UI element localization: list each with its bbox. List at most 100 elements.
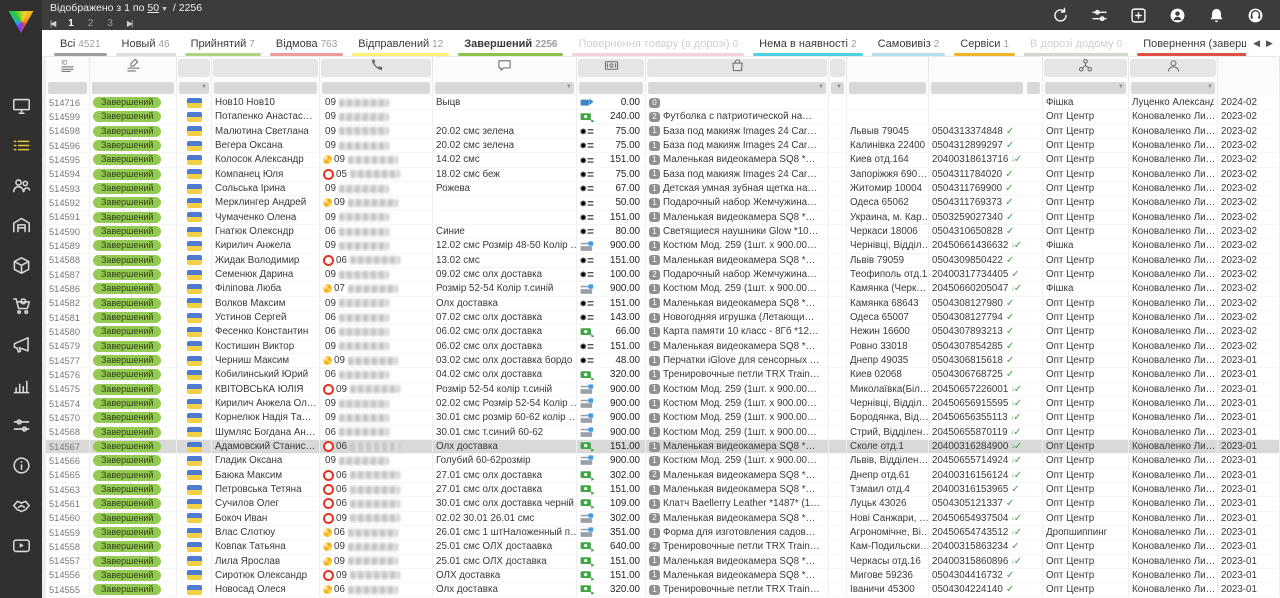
table-row[interactable]: 514575 Завершений КВІТОВСЬКА ЮЛІЯ 09 Роз… [46, 383, 1280, 397]
table-row[interactable]: 514581 Завершений Устинов Сергей 06 07.0… [46, 311, 1280, 325]
table-row[interactable]: 514588 Завершений Жидак Володимир 06 13.… [46, 254, 1280, 268]
status-tab-3[interactable]: Відмова763 [270, 38, 343, 56]
table-row[interactable]: 514592 Завершений Мерклингер Андрей 09 5… [46, 196, 1280, 210]
filter-input-address[interactable] [849, 82, 926, 94]
sidebar-item-statistics[interactable] [0, 368, 42, 408]
column-header-ttn[interactable] [929, 57, 1043, 79]
table-row[interactable]: 514566 Завершений Гладик Оксана 09 Голуб… [46, 454, 1280, 468]
status-tab-2[interactable]: Прийнятий7 [185, 38, 261, 56]
filter-input-country[interactable]: ▼ [179, 82, 209, 94]
column-header-products[interactable] [646, 57, 829, 79]
tabs-scroll-right-icon[interactable]: ▶ [1266, 38, 1273, 49]
table-row[interactable]: 514556 Завершений Сиротюк Олександр 09 О… [46, 569, 1280, 583]
table-row[interactable]: 514598 Завершений Малютина Светлана 09 2… [46, 125, 1280, 139]
status-tab-10[interactable]: В дорозі додому0 [1024, 38, 1128, 56]
filter-dropdown-icon[interactable]: ▼ [818, 84, 824, 90]
status-tab-1[interactable]: Новый46 [116, 38, 176, 56]
filter-dropdown-icon[interactable]: ▼ [1207, 84, 1213, 90]
table-row[interactable]: 514587 Завершений Семенюк Дарина 09 09.0… [46, 268, 1280, 282]
add-icon[interactable] [1130, 7, 1147, 24]
table-row[interactable]: 514589 Завершений Кирилич Анжела 09 12.0… [46, 239, 1280, 253]
status-tab-0[interactable]: Всі4521 [54, 38, 107, 56]
filter-input-client[interactable] [214, 82, 317, 94]
column-header-status[interactable] [90, 57, 177, 79]
sidebar-item-dashboard[interactable] [0, 88, 42, 128]
sidebar-item-campaigns[interactable] [0, 328, 42, 368]
column-header-address[interactable] [847, 57, 929, 79]
status-tab-4[interactable]: Відправлений12 [352, 38, 449, 56]
first-page-button[interactable]: |◀ [50, 17, 54, 30]
filter-input-manager[interactable]: ▼ [1131, 82, 1215, 94]
filter-input-products[interactable]: ▼ [648, 82, 826, 94]
status-tab-5[interactable]: Завершений2256 [458, 38, 563, 56]
status-tab-8[interactable]: Самовивіз2 [872, 38, 946, 56]
filter-input-delivery[interactable]: ▼ [831, 82, 844, 94]
table-scroll-gutter[interactable] [42, 57, 46, 598]
table-row[interactable]: 514555 Завершений Новосад Олеся 06 Олх д… [46, 583, 1280, 597]
tabs-scroll-left-icon[interactable]: ◀ [1253, 38, 1260, 49]
filter-input-status[interactable] [92, 82, 174, 94]
sidebar-item-clients[interactable] [0, 168, 42, 208]
notifications-icon[interactable] [1208, 7, 1225, 24]
table-row[interactable]: 514590 Завершений Гнатюк Олексндр 06 Син… [46, 225, 1280, 239]
filter-input-source[interactable]: ▼ [1045, 82, 1126, 94]
table-row[interactable]: 514565 Завершений Баюка Максим 06 27.01 … [46, 469, 1280, 483]
column-header-comment[interactable] [433, 57, 577, 79]
column-header-delivery[interactable] [829, 57, 847, 79]
column-header-source[interactable] [1043, 57, 1129, 79]
table-row[interactable]: 514568 Завершений Шумляс Богдана Ан… 06 … [46, 426, 1280, 440]
table-row[interactable]: 514580 Завершений Фесенко Константин 06 … [46, 325, 1280, 339]
filter-dropdown-icon[interactable]: ▼ [836, 84, 842, 90]
table-row[interactable]: 514557 Завершений Лила Ярослав 09 25.01 … [46, 555, 1280, 569]
table-row[interactable]: 514574 Завершений Кирилич Анжела Ол… 09 … [46, 397, 1280, 411]
page-button-1[interactable]: 1 [68, 17, 74, 30]
table-row[interactable]: 514716 Завершений Нов10 Нов10 09 Выцв 0.… [46, 96, 1280, 110]
filter-input-comment[interactable]: ▼ [435, 82, 574, 94]
app-logo-icon[interactable] [0, 0, 42, 44]
filter-input-payment[interactable] [579, 82, 643, 94]
filter-input-ttn[interactable] [931, 82, 1023, 94]
table-row[interactable]: 514586 Завершений Філіпова Люба 07 Розмі… [46, 282, 1280, 296]
sidebar-item-warehouse[interactable] [0, 208, 42, 248]
column-header-date[interactable] [1218, 57, 1280, 79]
table-row[interactable]: 514576 Завершений Кобилинський Юрий 06 0… [46, 368, 1280, 382]
sidebar-item-settings[interactable] [0, 408, 42, 448]
table-row[interactable]: 514594 Завершений Компанец Юля 05 18.02 … [46, 168, 1280, 182]
table-row[interactable]: 514582 Завершений Волков Максим 09 Олх д… [46, 297, 1280, 311]
column-header-client[interactable] [212, 57, 320, 79]
status-tab-6[interactable]: Повернення товару (в дорозі)0 [572, 38, 744, 56]
column-header-payment[interactable] [577, 57, 646, 79]
table-row[interactable]: 514570 Завершений Корнелюк Надія Та… 09 … [46, 411, 1280, 425]
profile-icon[interactable] [1169, 7, 1186, 24]
table-row[interactable]: 514577 Завершений Черниш Максим 09 03.02… [46, 354, 1280, 368]
table-row[interactable]: 514579 Завершений Костишин Виктор 09 06.… [46, 340, 1280, 354]
filter-input-phone[interactable] [322, 82, 430, 94]
sidebar-item-orders[interactable] [0, 128, 42, 168]
table-row[interactable]: 514596 Завершений Вегера Оксана 09 20.02… [46, 139, 1280, 153]
table-row[interactable]: 514567 Завершений Адамовский Станис… 06 … [46, 440, 1280, 454]
column-header-manager[interactable] [1129, 57, 1218, 79]
table-row[interactable]: 514563 Завершений Петровська Тетяна 06 2… [46, 483, 1280, 497]
filter-dropdown-icon[interactable]: ▼ [1118, 84, 1124, 90]
table-row[interactable]: 514560 Завершений Бокоч Иван 09 02.02 30… [46, 512, 1280, 526]
table-row[interactable]: 514559 Завершений Влас Слотюу 06 26.01 с… [46, 526, 1280, 540]
settings-icon[interactable] [1091, 7, 1108, 24]
table-row[interactable]: 514561 Завершений Сучилов Олег 06 30.01 … [46, 497, 1280, 511]
table-row[interactable]: 514558 Завершений Ковпак Татьяна 09 25.0… [46, 540, 1280, 554]
status-tab-7[interactable]: Нема в наявності2 [753, 38, 862, 56]
status-tab-9[interactable]: Сервіси1 [954, 38, 1015, 56]
sidebar-item-tutorials[interactable] [0, 528, 42, 568]
sidebar-item-products[interactable] [0, 248, 42, 288]
table-row[interactable]: 514595 Завершений Колосок Александр 09 1… [46, 153, 1280, 167]
column-header-id[interactable]: ID [46, 57, 90, 79]
last-page-button[interactable]: ▶| [127, 17, 131, 30]
table-row[interactable]: 514591 Завершений Чумаченко Олена 09 151… [46, 211, 1280, 225]
filter-extra-ttn[interactable] [1027, 82, 1040, 94]
filter-dropdown-icon[interactable]: ▼ [566, 84, 572, 90]
page-button-2[interactable]: 2 [88, 17, 94, 30]
column-header-country[interactable] [177, 57, 212, 79]
table-row[interactable]: 514599 Завершений Потапенко Анастас… 09 … [46, 110, 1280, 124]
filter-input-id[interactable] [48, 82, 87, 94]
sidebar-item-info[interactable] [0, 448, 42, 488]
page-button-3[interactable]: 3 [107, 17, 113, 30]
